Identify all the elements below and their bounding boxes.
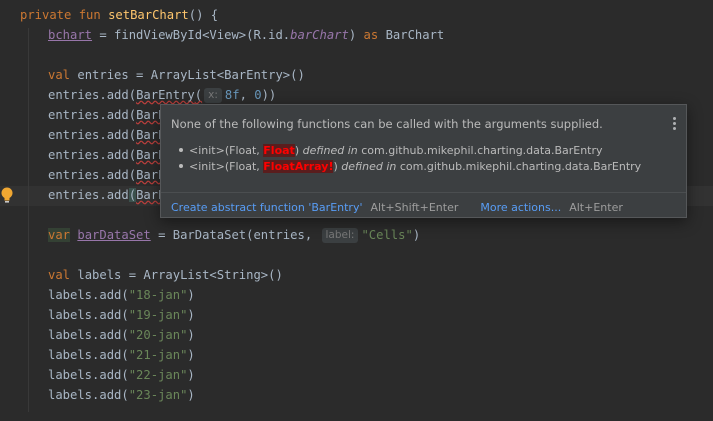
number-literal: 0: [254, 88, 262, 102]
string-literal: "21-jan": [128, 348, 188, 362]
code-line-label[interactable]: labels.add("18-jan"): [48, 285, 195, 305]
code-text: entries.add(: [48, 128, 137, 142]
hint-label: x:: [208, 89, 218, 101]
defined-in-label: defined in: [302, 144, 358, 157]
code-text: = findViewById<View>(R.id.: [92, 28, 291, 42]
shortcut-label: Alt+Enter: [569, 201, 623, 214]
code-line-label[interactable]: labels.add("22-jan"): [48, 365, 195, 385]
code-text: ): [348, 28, 364, 42]
keyword: val: [48, 68, 78, 82]
code-text: labels.add(: [48, 388, 129, 402]
function-name: setBarChart: [108, 8, 189, 22]
code-text: labels.add(: [48, 328, 129, 342]
error-class-ref[interactable]: BarEntry: [136, 88, 195, 102]
code-line-entry-3[interactable]: entries.add(BarE: [48, 125, 165, 145]
code-line-bchart[interactable]: bchart = findViewById<View>(R.id.barChar…: [48, 25, 444, 45]
more-actions-link[interactable]: More actions...: [480, 201, 561, 214]
code-text: ): [187, 368, 195, 382]
popup-actions: Create abstract function 'BarEntry' Alt+S…: [171, 201, 623, 214]
code-text: entries.add(: [48, 88, 137, 102]
number-literal: 8f: [224, 88, 240, 102]
code-line-label[interactable]: labels.add("20-jan"): [48, 325, 195, 345]
code-text: entries = ArrayList<BarEntry>(): [77, 68, 305, 82]
mismatched-type: FloatArray!: [263, 160, 334, 173]
package-name: com.github.mikephil.charting.data.BarEnt…: [357, 144, 603, 157]
parameter-hint: x:: [204, 88, 222, 103]
candidate-signature: <init>(Float, FloatArray!) defined in co…: [179, 160, 641, 173]
keyword: private fun: [20, 8, 109, 22]
code-text: labels.add(: [48, 308, 129, 322]
keyword: val: [48, 268, 78, 282]
bullet: [179, 148, 183, 152]
string-literal: "20-jan": [128, 328, 188, 342]
string-literal: "Cells": [361, 228, 413, 242]
popup-divider: [161, 192, 686, 193]
signature-text: <init>(Float,: [189, 160, 264, 173]
code-text: ): [187, 348, 195, 362]
property-bchart: bchart: [48, 28, 93, 42]
keyword-var: var: [48, 228, 71, 242]
lightbulb-icon[interactable]: [0, 186, 14, 204]
code-text: labels.add(: [48, 348, 129, 362]
indent-guide: [28, 28, 29, 412]
code-text: (: [194, 88, 203, 102]
mismatched-type: Float: [263, 144, 295, 157]
code-text: entries.add(: [48, 168, 137, 182]
property-bardataset: barDataSet: [77, 228, 151, 242]
code-text: ): [187, 388, 195, 402]
hint-label: label:: [325, 229, 355, 241]
code-text: ): [187, 308, 195, 322]
string-literal: "18-jan": [128, 288, 188, 302]
string-literal: "19-jan": [128, 308, 188, 322]
code-text: )): [261, 88, 277, 102]
candidate-signature: <init>(Float, Float) defined in com.gith…: [179, 144, 603, 157]
bullet: [179, 164, 183, 168]
code-text: () {: [188, 8, 219, 22]
parameter-hint: label:: [321, 228, 359, 243]
defined-in-label: defined in: [341, 160, 397, 173]
popup-title: None of the following functions can be c…: [171, 117, 603, 131]
matched-paren: (: [128, 188, 137, 202]
code-text: ): [187, 328, 195, 342]
string-literal: "23-jan": [128, 388, 188, 402]
code-text: labels.add(: [48, 288, 129, 302]
code-text: = BarDataSet(entries,: [150, 228, 320, 242]
error-tooltip-popup: None of the following functions can be c…: [160, 104, 687, 218]
more-vertical-icon[interactable]: [670, 117, 678, 131]
code-line-dataset[interactable]: var barDataSet = BarDataSet(entries, lab…: [48, 225, 420, 245]
code-text: labels.add(: [48, 368, 129, 382]
code-line-label[interactable]: labels.add("19-jan"): [48, 305, 195, 325]
code-text: BarChart: [378, 28, 445, 42]
package-name: com.github.mikephil.charting.data.BarEnt…: [396, 160, 642, 173]
signature-text: <init>(Float,: [189, 144, 264, 157]
code-text: entries.add: [48, 188, 129, 202]
string-literal: "22-jan": [128, 368, 188, 382]
code-line-label[interactable]: labels.add("23-jan"): [48, 385, 195, 405]
code-line-entry-4[interactable]: entries.add(BarE: [48, 145, 165, 165]
signature-text: ): [294, 144, 303, 157]
resource-id: barChart: [290, 28, 349, 42]
code-line-label[interactable]: labels.add("21-jan"): [48, 345, 195, 365]
keyword-as: as: [363, 28, 379, 42]
create-function-action[interactable]: Create abstract function 'BarEntry': [171, 201, 363, 214]
code-line-labels-decl[interactable]: val labels = ArrayList<String>(): [48, 265, 283, 285]
code-text: ,: [239, 88, 255, 102]
code-line-entries-decl[interactable]: val entries = ArrayList<BarEntry>(): [48, 65, 305, 85]
code-text: labels = ArrayList<String>(): [77, 268, 283, 282]
code-line-entry-1[interactable]: entries.add(BarEntry( x: 8f, 0)): [48, 85, 276, 105]
code-line-entry-2[interactable]: entries.add(BarE: [48, 105, 165, 125]
code-text: ): [187, 288, 195, 302]
code-text: entries.add(: [48, 148, 137, 162]
shortcut-label: Alt+Shift+Enter: [370, 201, 459, 214]
code-line-entry-5[interactable]: entries.add(BarE: [48, 165, 165, 185]
code-text: ): [412, 228, 421, 242]
code-line-entry-6[interactable]: entries.add(BarE: [48, 185, 165, 205]
code-text: entries.add(: [48, 108, 137, 122]
code-line-fun-decl[interactable]: private fun setBarChart() {: [20, 5, 218, 25]
